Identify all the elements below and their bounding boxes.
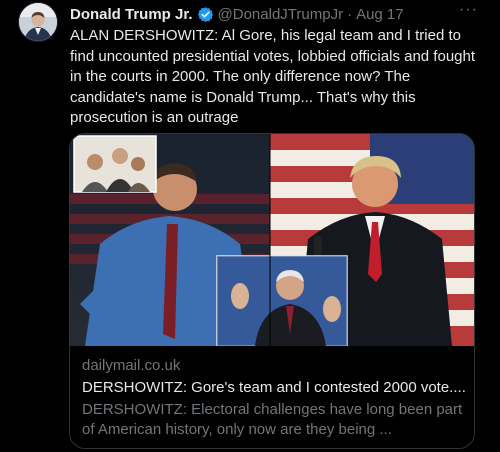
author-name[interactable]: Donald Trump Jr. <box>70 6 193 23</box>
author-avatar[interactable] <box>18 2 58 42</box>
verified-badge-icon <box>197 6 214 23</box>
tweet-date[interactable]: Aug 17 <box>356 6 404 23</box>
header-separator: · <box>347 5 353 23</box>
card-image[interactable] <box>70 134 474 346</box>
card-photo-collage <box>70 134 474 346</box>
tweet-header: Donald Trump Jr. @DonaldJTrumpJr · Aug 1… <box>70 4 480 24</box>
tweet-text: ALAN DERSHOWITZ: Al Gore, his legal team… <box>70 27 476 126</box>
more-options-icon[interactable]: ··· <box>459 1 478 19</box>
card-domain: dailymail.co.uk <box>82 357 181 374</box>
author-handle[interactable]: @DonaldJTrumpJr <box>218 6 344 23</box>
card-description: DERSHOWITZ: Electoral challenges have lo… <box>82 401 463 438</box>
link-preview-card[interactable]: dailymail.co.uk DERSHOWITZ: Gore's team … <box>69 133 475 449</box>
tweet[interactable]: Donald Trump Jr. @DonaldJTrumpJr · Aug 1… <box>0 0 500 452</box>
avatar-photo <box>19 3 57 41</box>
card-title[interactable]: DERSHOWITZ: Gore's team and I contested … <box>82 379 467 396</box>
